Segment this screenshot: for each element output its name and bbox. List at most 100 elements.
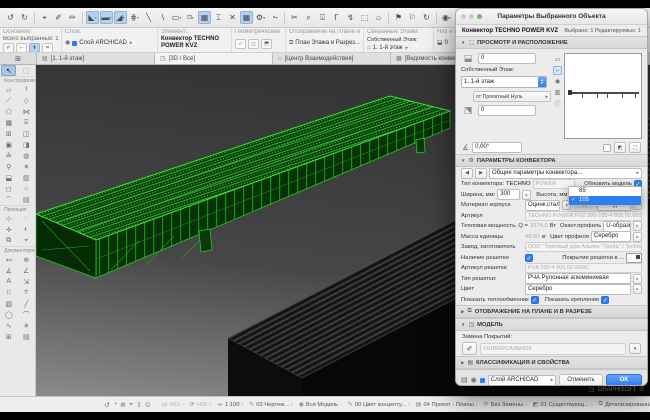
preview-option-button[interactable]: ◩	[614, 142, 626, 153]
tool-icon[interactable]: ⬓	[1, 172, 16, 183]
ok-button[interactable]: ОК	[606, 374, 642, 386]
tool-icon[interactable]: ✳	[19, 320, 34, 331]
quick-settings-button[interactable]: ✐	[3, 43, 14, 52]
tool-icon[interactable]: ◐	[19, 224, 34, 235]
toolbar-icon[interactable]: ↯	[344, 11, 357, 24]
profile-color-select[interactable]: Серебро	[591, 231, 631, 242]
tool-icon[interactable]: ◨	[19, 139, 34, 150]
section-preview-placement[interactable]: ▼ ⬚ ПРОСМОТР И РАСПОЛОЖЕНИЕ	[456, 36, 647, 49]
toolbar-icon[interactable]: ▦	[198, 11, 211, 24]
tool-icon[interactable]: A	[1, 276, 16, 287]
prev-page-button[interactable]: ◀	[461, 168, 473, 179]
show-mount-checkbox[interactable]: ✓	[601, 296, 609, 304]
tab-3d-view[interactable]: ◳ [3D / Все]	[155, 53, 273, 64]
quick-settings-button[interactable]: ⌐	[16, 43, 27, 52]
bottom-offset-value[interactable]: 0	[445, 39, 448, 47]
toolbar-icon[interactable]: ▬	[100, 11, 113, 24]
datum-reference-button[interactable]: от Проектный Нуль ▸	[473, 91, 551, 102]
tool-icon[interactable]: ▦	[1, 117, 16, 128]
toolbar-icon[interactable]: ⚙	[254, 11, 267, 24]
tool-icon[interactable]: ⋈	[19, 106, 34, 117]
top-offset-field[interactable]: 0	[478, 53, 536, 64]
tool-icon[interactable]: ⌔	[1, 194, 16, 205]
toolbar-icon[interactable]: ⚐	[406, 11, 419, 24]
grille-type-select[interactable]: РЧА Рулонная алюминиевая	[525, 273, 631, 284]
tool-icon[interactable]: ╱	[19, 298, 34, 309]
toolbar-icon[interactable]: ⌖	[38, 11, 51, 24]
tool-icon[interactable]: ◍	[19, 150, 34, 161]
section-convector-params[interactable]: ▼ ⚙ ПАРАМЕТРЫ КОНВЕКТОРА	[456, 154, 647, 167]
popup-option[interactable]: 85	[569, 187, 641, 196]
tool-icon[interactable]: ⧉	[1, 235, 16, 246]
grille-checkbox[interactable]: ✓	[525, 254, 533, 262]
toolbar-icon[interactable]: ◔	[268, 11, 281, 24]
toolbar-icon[interactable]	[436, 12, 437, 24]
quick-options-item[interactable]: ▤ 04 Проект - Планы ›	[413, 401, 481, 408]
coating-brush-button[interactable]: ✐	[462, 342, 477, 355]
geometry-variant-button[interactable]: ▱	[235, 39, 246, 49]
toolbar-icon[interactable]	[388, 12, 389, 24]
preview-mode-icon[interactable]: ⌐	[553, 66, 562, 75]
quick-options-item[interactable]: ◩ 01 Существующ... ›	[530, 401, 596, 408]
geometry-variant-button[interactable]: ◻	[248, 39, 259, 49]
preview-mode-icon[interactable]: ▭	[553, 55, 562, 64]
tool-icon[interactable]: ▥	[19, 172, 34, 183]
toolbar-icon[interactable]: ◢	[114, 11, 127, 24]
tool-icon[interactable]: ⚲	[1, 161, 16, 172]
tool-icon[interactable]: ⌖	[19, 235, 34, 246]
quick-settings-button[interactable]: ⬆	[29, 43, 40, 52]
toolbar-icon[interactable]: ⚑	[392, 11, 405, 24]
tool-icon[interactable]: ∠	[19, 265, 34, 276]
tool-icon[interactable]: ✛	[1, 224, 16, 235]
edge-profile-stepper[interactable]: ▸	[633, 221, 642, 231]
tool-icon[interactable]: ◇	[19, 95, 34, 106]
preview-pane[interactable]	[564, 53, 642, 139]
section-model[interactable]: ▼ ◳ МОДЕЛЬ	[456, 318, 647, 331]
edge-profile-select[interactable]: U-образный	[603, 221, 631, 232]
toolbar-icon[interactable]: ⌑	[184, 11, 197, 24]
mirror-checkbox[interactable]	[603, 144, 611, 152]
tab-overview-button[interactable]: ⊞	[0, 53, 37, 64]
toolbar-icon[interactable]: ◉	[440, 11, 453, 24]
preview-mode-icon[interactable]: ▥	[553, 88, 562, 97]
tab-floor-plan[interactable]: ▤ [1. 1-й этаж]	[37, 53, 155, 64]
tool-icon[interactable]: ↖	[1, 65, 16, 76]
quick-options-item[interactable]: ✎ 02 Чертеж... ›	[246, 401, 295, 408]
toolbar-icon[interactable]: ✂	[288, 11, 301, 24]
material-select[interactable]: Оцинк.сталь	[525, 200, 560, 211]
cancel-button[interactable]: Отменить	[559, 374, 602, 386]
toolbar-icon[interactable]	[284, 12, 285, 24]
width-stepper[interactable]: ▸	[522, 190, 531, 200]
tool-icon[interactable]: ▤	[19, 194, 34, 205]
grille-color-select[interactable]: Серебро	[525, 284, 631, 295]
tool-icon[interactable]: ⊞	[1, 128, 16, 139]
toolbar-icon[interactable]: ▦	[240, 11, 253, 24]
quick-options-item[interactable]: ◉ Вся Модель ›	[296, 401, 345, 408]
popup-option[interactable]: 105	[569, 196, 641, 205]
tool-icon[interactable]: ∿	[1, 320, 16, 331]
view-navigation-icon[interactable]: ◔	[113, 401, 117, 409]
quick-options-item[interactable]: ⟳ Н05 ›	[187, 401, 214, 408]
toolbar-icon[interactable]: ✏	[66, 11, 79, 24]
own-story-select[interactable]: 1. 1-й этаж ▲▼	[461, 76, 547, 88]
tool-icon[interactable]: ⟁	[1, 150, 16, 161]
profile-color-stepper[interactable]: ▸	[633, 232, 642, 242]
bottom-offset-field[interactable]: 0	[478, 105, 536, 116]
layer-select[interactable]: Слой ARCHICAD ▸	[488, 375, 557, 386]
quick-options-item[interactable]: ✎ 00 Цвет концепту... ›	[345, 401, 413, 408]
tool-icon[interactable]: ⌂	[19, 183, 34, 194]
display-select[interactable]: План Этажа и Разрез...	[295, 39, 360, 47]
tool-icon[interactable]: ⌒	[19, 309, 34, 320]
green-convector-leg[interactable]	[199, 229, 212, 252]
preview-mode-icon[interactable]: ◉	[553, 77, 562, 86]
toolbar-icon[interactable]: ⌶	[212, 11, 225, 24]
grille-color-stepper[interactable]: ▸	[633, 284, 642, 294]
green-convector-leg[interactable]	[416, 138, 425, 153]
params-page-select[interactable]: Общие параметры конвектора... ▸	[489, 168, 642, 179]
tool-icon[interactable]: ⊕	[19, 254, 34, 265]
quick-options-item[interactable]: ⧉ Детализированна... ›	[596, 401, 650, 408]
element-name[interactable]: Конвектор TECHNO POWER KVZ	[161, 36, 228, 50]
tool-icon[interactable]: ⌸	[19, 117, 34, 128]
toolbar-icon[interactable]: ✐	[52, 11, 65, 24]
layer-select[interactable]: Слой ARCHICAD	[79, 39, 127, 47]
